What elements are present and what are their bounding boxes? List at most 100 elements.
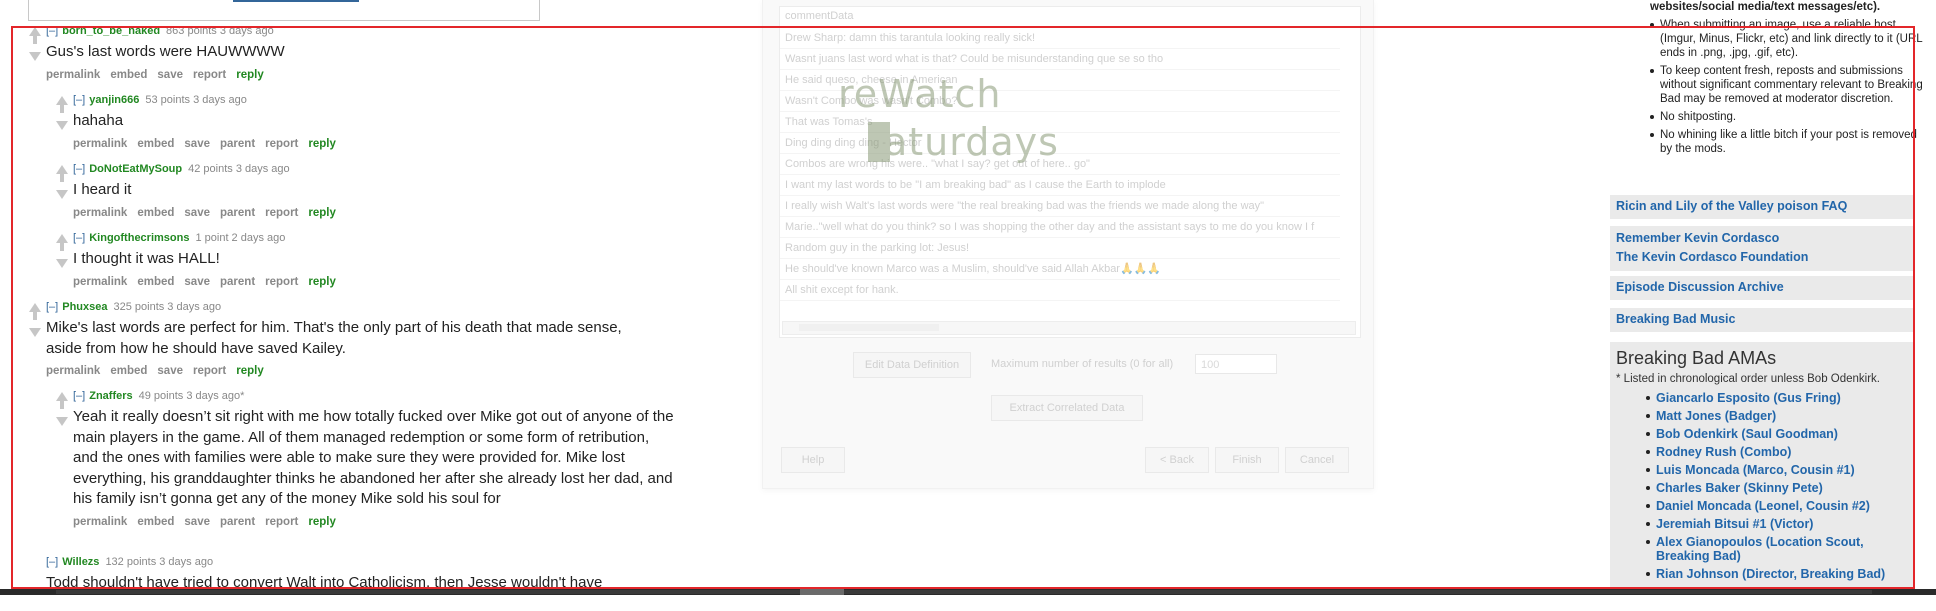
parent-link[interactable]: parent: [220, 207, 255, 219]
permalink-link[interactable]: permalink: [73, 207, 127, 219]
permalink-link[interactable]: permalink: [73, 276, 127, 288]
save-link[interactable]: save: [184, 138, 210, 150]
table-row[interactable]: Drew Sharp: damn this tarantula looking …: [780, 28, 1340, 49]
collapse-toggle[interactable]: [–]: [73, 163, 85, 175]
collapse-toggle[interactable]: [–]: [46, 556, 58, 568]
save-link[interactable]: save: [184, 276, 210, 288]
embed-link[interactable]: embed: [137, 276, 174, 288]
ama-link[interactable]: Bob Odenkirk (Saul Goodman): [1646, 427, 1914, 441]
ama-link[interactable]: Matt Jones (Badger): [1646, 409, 1914, 423]
comment-data-table[interactable]: commentData Drew Sharp: damn this tarant…: [779, 6, 1361, 338]
upvote-icon[interactable]: [56, 234, 68, 243]
table-row[interactable]: Random guy in the parking lot: Jesus!: [780, 238, 1340, 259]
edit-data-definition-button[interactable]: Edit Data Definition: [853, 352, 971, 378]
report-link[interactable]: report: [193, 69, 226, 81]
vote-arrows[interactable]: [29, 303, 41, 337]
downvote-icon[interactable]: [56, 417, 68, 426]
cancel-button[interactable]: Cancel: [1285, 447, 1349, 473]
ama-link[interactable]: Jeremiah Bitsui #1 (Victor): [1646, 517, 1914, 531]
back-button[interactable]: < Back: [1145, 447, 1209, 473]
report-link[interactable]: report: [265, 138, 298, 150]
finish-button[interactable]: Finish: [1215, 447, 1279, 473]
reply-link[interactable]: reply: [308, 516, 336, 528]
vote-arrows[interactable]: [56, 392, 68, 426]
comment-author[interactable]: yanjin666: [89, 94, 139, 106]
table-row[interactable]: Wasnt juans last word what is that? Coul…: [780, 49, 1340, 70]
help-button[interactable]: Help: [781, 447, 845, 473]
table-row[interactable]: Combos are wrong his were.. "what I say?…: [780, 154, 1340, 175]
report-link[interactable]: report: [265, 207, 298, 219]
episode-archive-link[interactable]: Episode Discussion Archive: [1610, 278, 1914, 297]
permalink-link[interactable]: permalink: [73, 138, 127, 150]
collapse-toggle[interactable]: [–]: [46, 301, 58, 313]
upvote-icon[interactable]: [29, 27, 41, 36]
downvote-icon[interactable]: [29, 52, 41, 61]
ama-link[interactable]: Giancarlo Esposito (Gus Fring): [1646, 391, 1914, 405]
scrollbar-thumb[interactable]: [800, 589, 844, 595]
reply-link[interactable]: reply: [236, 69, 264, 81]
ama-link[interactable]: Charles Baker (Skinny Pete): [1646, 481, 1914, 495]
save-link[interactable]: save: [157, 365, 183, 377]
report-link[interactable]: report: [265, 276, 298, 288]
ama-link[interactable]: Alex Gianopoulos (Location Scout, Breaki…: [1646, 535, 1914, 563]
ama-link[interactable]: Luis Moncada (Marco, Cousin #1): [1646, 463, 1914, 477]
save-link[interactable]: save: [157, 69, 183, 81]
permalink-link[interactable]: permalink: [46, 69, 100, 81]
reply-link[interactable]: reply: [308, 207, 336, 219]
comment-author[interactable]: Znaffers: [89, 390, 132, 402]
table-row[interactable]: Marie.."well what do you think? so I was…: [780, 217, 1340, 238]
kevin-foundation-link[interactable]: The Kevin Cordasco Foundation: [1610, 248, 1914, 267]
downvote-icon[interactable]: [29, 328, 41, 337]
report-link[interactable]: report: [265, 516, 298, 528]
upvote-icon[interactable]: [56, 392, 68, 401]
max-results-input[interactable]: 100: [1195, 354, 1277, 374]
permalink-link[interactable]: permalink: [46, 365, 100, 377]
extract-correlated-data-button[interactable]: Extract Correlated Data: [991, 395, 1143, 421]
vote-arrows[interactable]: [56, 234, 68, 268]
parent-link[interactable]: parent: [220, 276, 255, 288]
bottom-scrollbar[interactable]: [0, 589, 1936, 595]
reply-link[interactable]: reply: [236, 365, 264, 377]
ama-link[interactable]: Rian Johnson (Director, Breaking Bad): [1646, 567, 1914, 581]
report-link[interactable]: report: [193, 365, 226, 377]
upvote-icon[interactable]: [29, 303, 41, 312]
comment-author[interactable]: DoNotEatMySoup: [89, 163, 182, 175]
vote-arrows[interactable]: [56, 165, 68, 199]
comment-author[interactable]: Willezs: [62, 556, 99, 568]
permalink-link[interactable]: permalink: [73, 516, 127, 528]
scrollbar-track[interactable]: [56, 590, 1872, 594]
embed-link[interactable]: embed: [137, 138, 174, 150]
ama-link[interactable]: Rodney Rush (Combo): [1646, 445, 1914, 459]
ricin-faq-link[interactable]: Ricin and Lily of the Valley poison FAQ: [1610, 197, 1914, 216]
collapse-toggle[interactable]: [–]: [73, 94, 85, 106]
table-row[interactable]: Ding ding ding ding - Hector: [780, 133, 1340, 154]
downvote-icon[interactable]: [56, 121, 68, 130]
embed-link[interactable]: embed: [137, 516, 174, 528]
reply-link[interactable]: reply: [308, 138, 336, 150]
vote-arrows[interactable]: [29, 27, 41, 61]
table-row[interactable]: He should've known Marco was a Muslim, s…: [780, 259, 1340, 280]
downvote-icon[interactable]: [56, 259, 68, 268]
upvote-icon[interactable]: [56, 165, 68, 174]
breaking-bad-music-link[interactable]: Breaking Bad Music: [1610, 310, 1914, 329]
save-link[interactable]: save: [184, 516, 210, 528]
table-row[interactable]: All shit except for hank.: [780, 280, 1340, 301]
parent-link[interactable]: parent: [220, 516, 255, 528]
embed-link[interactable]: embed: [137, 207, 174, 219]
downvote-icon[interactable]: [56, 190, 68, 199]
table-row[interactable]: I want my last words to be "I am breakin…: [780, 175, 1340, 196]
collapse-toggle[interactable]: [–]: [73, 232, 85, 244]
comment-author[interactable]: Phuxsea: [62, 301, 107, 313]
horizontal-scrollbar[interactable]: [782, 321, 1356, 335]
scrollbar-thumb[interactable]: [799, 324, 939, 331]
comment-author[interactable]: born_to_be_naked: [62, 25, 160, 37]
comment-author[interactable]: Kingofthecrimsons: [89, 232, 189, 244]
ama-link[interactable]: Daniel Moncada (Leonel, Cousin #2): [1646, 499, 1914, 513]
save-link[interactable]: save: [184, 207, 210, 219]
collapse-toggle[interactable]: [–]: [73, 390, 85, 402]
embed-link[interactable]: embed: [110, 365, 147, 377]
upvote-icon[interactable]: [56, 96, 68, 105]
embed-link[interactable]: embed: [110, 69, 147, 81]
table-row[interactable]: I really wish Walt's last words were "th…: [780, 196, 1340, 217]
remember-kevin-link[interactable]: Remember Kevin Cordasco: [1610, 229, 1914, 248]
